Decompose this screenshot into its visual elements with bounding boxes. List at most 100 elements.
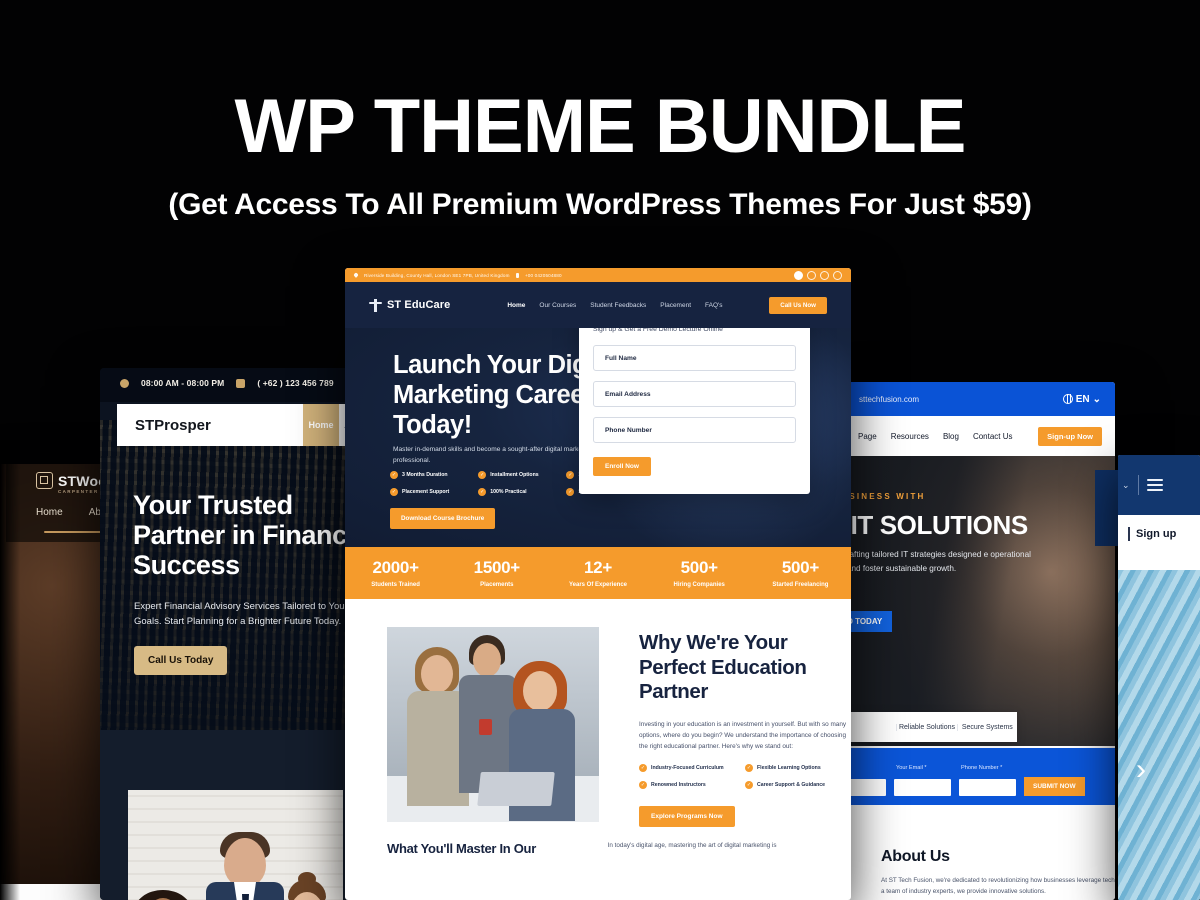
steducare-menu-item-student-feedbacks[interactable]: Student Feedbacks [590, 302, 646, 309]
feature-item: ✓ 3 Months Duration [390, 471, 478, 479]
steducare-menu[interactable]: Home Our Courses Student Feedbacks Place… [507, 302, 722, 309]
feature-label: Placement Support [402, 489, 450, 495]
steducare-form-subtitle: Sign up & Get a Free Demo Lecture Online [593, 328, 723, 333]
chevron-down-icon[interactable]: ⌄ [1122, 480, 1130, 491]
sttechfusion-signup-button[interactable]: Sign-up Now [1038, 426, 1102, 446]
feature-item: ✓ Career Support & Guidance [745, 781, 851, 790]
steducare-call-button[interactable]: Call Us Now [769, 296, 827, 314]
facebook-icon[interactable] [820, 270, 829, 280]
feature-label: Career Support & Guidance [757, 782, 826, 789]
sttechfusion-menu-item-contact[interactable]: Contact Us [973, 432, 1013, 441]
sttechfusion-menu-item-page[interactable]: Page [858, 432, 877, 441]
sttechfusion-about-heading: About Us [881, 848, 950, 865]
stat-label: Placements [480, 582, 514, 588]
linkedin-icon[interactable] [833, 270, 842, 280]
steducare-menu-item-faqs[interactable]: FAQ's [705, 302, 723, 309]
stat-number: 2000+ [372, 558, 419, 577]
sttechfusion-menu-item-resources[interactable]: Resources [891, 432, 929, 441]
steducare-menu-item-our-courses[interactable]: Our Courses [539, 302, 576, 309]
sttechfusion-contact-form[interactable]: Your Email * Phone Number * SUBMIT NOW [845, 748, 1115, 805]
hamburger-menu-icon[interactable] [1146, 479, 1163, 491]
instagram-icon[interactable] [794, 270, 803, 280]
sttechfusion-email-input[interactable] [894, 779, 951, 796]
check-icon: ✓ [639, 781, 647, 790]
steducare-why-features: ✓ Industry-Focused Curriculum ✓ Flexible L… [639, 764, 851, 798]
sttechfusion-field-name[interactable] [845, 779, 886, 796]
stat-item: 500+ Hiring Companies [649, 558, 750, 588]
feature-label: 3 Months Duration [402, 472, 448, 478]
sttechfusion-field-email[interactable]: Your Email * [894, 765, 951, 796]
steducare-enroll-button[interactable]: Enroll Now [593, 457, 651, 476]
feature-label: Industry-Focused Curriculum [651, 765, 724, 772]
phone-icon [515, 272, 519, 278]
theme-card-stprosper[interactable]: 08:00 AM - 08:00 PM ( +62 ) 123 456 789 … [100, 368, 362, 900]
theme-card-side-strip[interactable]: ⌄ Sign up › [1118, 455, 1200, 900]
side-strip-signup-label: Sign up [1136, 528, 1177, 540]
stat-label: Started Freelancing [772, 582, 829, 588]
steducare-why-section: Why We're Your Perfect Education Partner… [345, 599, 851, 828]
feature-item: ✓ Flexible Learning Options [745, 764, 851, 773]
steducare-hero: Launch Your Digital Marketing Career Tod… [345, 328, 851, 547]
sttechfusion-tab-secure-systems[interactable]: Secure Systems [956, 723, 1017, 731]
sttechfusion-language-selector[interactable]: EN ⌄ [1062, 393, 1101, 405]
x-icon[interactable] [807, 270, 816, 280]
feature-label: Renowned Instructors [651, 782, 706, 789]
sttechfusion-cta-button[interactable]: TARTED TODAY [845, 611, 893, 632]
check-icon: ✓ [745, 764, 753, 773]
side-strip-photo [1118, 570, 1200, 900]
sttechfusion-feature-tabs[interactable]: Reliable Solutions Secure Systems [845, 712, 1017, 742]
sttechfusion-navbar: Page Resources Blog Contact Us Sign-up N… [845, 416, 1115, 456]
steducare-social-links[interactable] [794, 270, 842, 280]
sttechfusion-submit-button[interactable]: SUBMIT NOW [1024, 777, 1085, 796]
wood-logo-icon [36, 472, 53, 489]
check-icon: ✓ [390, 471, 398, 479]
steducare-brochure-button[interactable]: Download Course Brochure [390, 508, 496, 529]
side-strip-navbar: ⌄ [1118, 455, 1200, 515]
steducare-enroll-form[interactable]: Enroll Now and Start Learning! Sign up &… [579, 328, 810, 494]
steducare-logo[interactable]: ST EduCare [369, 298, 450, 312]
chevron-right-icon[interactable]: › [1136, 755, 1146, 785]
stprosper-cta-button[interactable]: Call Us Today [134, 646, 228, 675]
sttechfusion-hero-title: GE IT SOLUTIONS [845, 510, 1028, 540]
stat-number: 12+ [584, 558, 612, 577]
stprosper-hours: 08:00 AM - 08:00 PM [141, 378, 225, 388]
steducare-phone-input[interactable]: Phone Number [593, 417, 796, 443]
phone-icon [236, 378, 246, 388]
feature-item: ✓ Industry-Focused Curriculum [639, 764, 745, 773]
theme-card-steducare[interactable]: Riverside Building, County Hall, London … [345, 268, 851, 900]
steducare-bottom-body: In today's digital age, mastering the ar… [607, 842, 777, 850]
sttechfusion-phone-input[interactable] [959, 779, 1016, 796]
sttechfusion-tab-reliable-solutions[interactable]: Reliable Solutions [896, 723, 956, 731]
stat-item: 500+ Started Freelancing [750, 558, 851, 588]
stat-label: Hiring Companies [673, 582, 725, 588]
sttechfusion-about-section: About Us At ST Tech Fusion, we're dedica… [845, 834, 1115, 900]
sttechfusion-hero-body: ializes in crafting tailored IT strategi… [845, 550, 1031, 574]
steducare-email-input[interactable]: Email Address [593, 381, 796, 407]
divider [1128, 527, 1130, 541]
side-strip-signup[interactable]: Sign up [1128, 527, 1176, 541]
sttechfusion-hero-kicker: UR BUSINESS WITH [845, 492, 926, 501]
stat-item: 1500+ Placements [446, 558, 547, 588]
sttechfusion-menu-item-blog[interactable]: Blog [943, 432, 959, 441]
steducare-menu-item-placement[interactable]: Placement [660, 302, 691, 309]
sttechfusion-field-phone[interactable]: Phone Number * [959, 765, 1016, 796]
check-icon: ✓ [745, 781, 753, 790]
steducare-bottom-heading: What You'll Master In Our [387, 841, 536, 857]
stprosper-hero-title: Your Trusted Partner in Financial Succes… [133, 490, 362, 581]
sttechfusion-phone-label: Phone Number * [961, 765, 1003, 771]
sttechfusion-hero: UR BUSINESS WITH GE IT SOLUTIONS ializes… [845, 456, 1115, 746]
steducare-bottom-section: What You'll Master In Our In today's dig… [345, 827, 851, 856]
steducare-explore-button[interactable]: Explore Programs Now [639, 806, 735, 828]
location-pin-icon [353, 272, 359, 278]
stat-number: 500+ [680, 558, 718, 577]
steducare-menu-item-home[interactable]: Home [507, 302, 525, 309]
divider [1137, 475, 1139, 495]
chevron-down-icon: ⌄ [1092, 393, 1101, 405]
stwood-menu-item-home[interactable]: Home [36, 507, 63, 518]
sttechfusion-topbar: sttechfusion.com EN ⌄ [845, 382, 1115, 416]
check-icon: ✓ [478, 471, 487, 479]
stprosper-menu-item-home[interactable]: Home [303, 404, 339, 446]
stat-item: 12+ Years Of Experience [547, 558, 648, 588]
steducare-fullname-input[interactable]: Full Name [593, 345, 796, 371]
theme-card-sttechfusion[interactable]: sttechfusion.com EN ⌄ Page Resources Blo… [845, 382, 1115, 900]
